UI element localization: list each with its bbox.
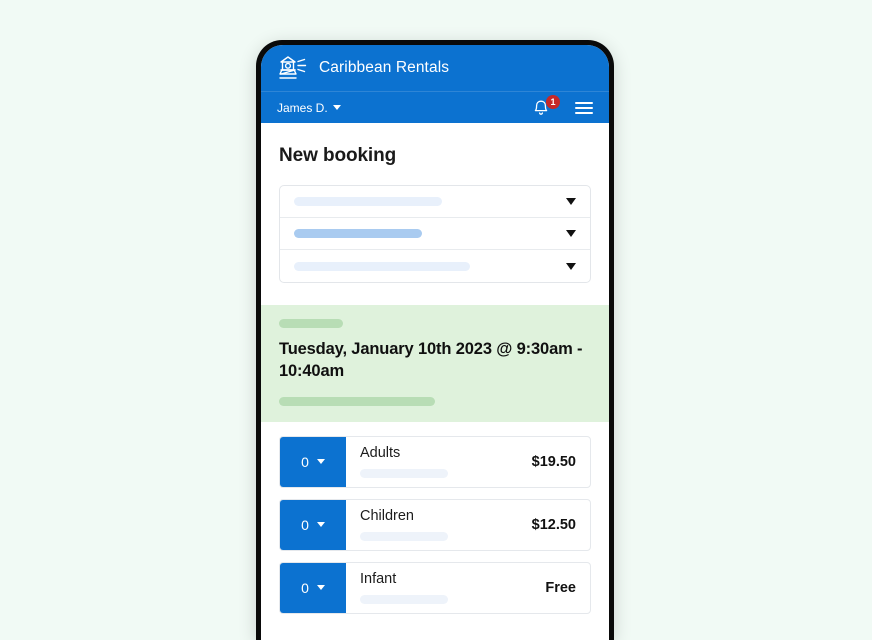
ticket-label-group: Adults	[360, 444, 522, 479]
app-title: Caribbean Rentals	[319, 59, 450, 76]
notifications-button[interactable]: 1	[533, 94, 560, 117]
hamburger-bar	[575, 111, 593, 114]
chevron-down-icon	[566, 230, 576, 237]
phone-device-frame: Caribbean Rentals James D. 1 New booking…	[256, 40, 614, 640]
quantity-value: 0	[301, 516, 309, 533]
ticket-label-group: Children	[360, 507, 522, 542]
select-placeholder-bar	[294, 197, 442, 206]
ticket-type-name: Adults	[360, 444, 401, 461]
selected-timeslot-text: Tuesday, January 10th 2023 @ 9:30am - 10…	[279, 340, 583, 380]
ticket-description-placeholder-bar	[360, 532, 448, 542]
quantity-stepper-infant[interactable]: 0	[280, 562, 346, 613]
quantity-value: 0	[301, 453, 309, 470]
select-placeholder-bar	[294, 229, 422, 238]
chevron-down-icon	[566, 262, 576, 270]
chevron-down-icon	[316, 522, 325, 528]
quantity-stepper-children[interactable]: 0	[280, 499, 346, 550]
user-menu-button[interactable]: James D.	[277, 101, 341, 115]
quantity-value: 0	[301, 579, 309, 596]
select-placeholder-bar	[294, 261, 470, 271]
phone-screen: Caribbean Rentals James D. 1 New booking…	[261, 45, 609, 640]
hamburger-bar	[575, 106, 593, 109]
ticket-price: Free	[545, 579, 576, 596]
app-header: Caribbean Rentals	[261, 45, 609, 91]
ticket-price: $12.50	[531, 516, 576, 533]
subheader-actions: 1	[533, 94, 593, 117]
ticket-row-infant: 0 Infant Free	[279, 561, 591, 614]
activity-select[interactable]	[280, 218, 590, 250]
ticket-price: $19.50	[531, 453, 576, 470]
notification-count-badge: 1	[546, 94, 560, 109]
hamburger-menu-icon[interactable]	[575, 101, 593, 114]
ticket-details: Infant Free	[346, 563, 590, 613]
banner-top-placeholder-bar	[279, 319, 343, 328]
ticket-row-children: 0 Children $12.50	[279, 498, 591, 551]
chevron-down-icon	[566, 198, 576, 205]
quantity-stepper-adults[interactable]: 0	[280, 436, 346, 487]
page-title: New booking	[279, 145, 397, 166]
ticket-type-name: Children	[360, 507, 414, 524]
ticket-type-list: 0 Adults $19.50 0 Children $12.50 0 Infa…	[261, 422, 609, 614]
ticket-label-group: Infant	[360, 570, 535, 605]
user-name-label: James D.	[277, 100, 328, 115]
date-select[interactable]	[280, 250, 590, 282]
ticket-description-placeholder-bar	[360, 469, 448, 479]
ticket-details: Children $12.50	[346, 500, 590, 550]
app-subheader: James D. 1	[261, 91, 609, 123]
chevron-down-icon	[316, 459, 325, 465]
chevron-down-icon	[332, 105, 341, 110]
chevron-down-icon	[316, 585, 325, 591]
ticket-details: Adults $19.50	[346, 437, 590, 487]
hamburger-bar	[575, 101, 593, 104]
ticket-type-name: Infant	[360, 570, 397, 587]
booking-selectors-card	[279, 185, 591, 283]
banner-bottom-placeholder-bar	[279, 396, 435, 406]
ticket-row-adults: 0 Adults $19.50	[279, 435, 591, 488]
location-select[interactable]	[280, 186, 590, 218]
selected-timeslot-banner: Tuesday, January 10th 2023 @ 9:30am - 10…	[261, 305, 609, 422]
lighthouse-icon	[277, 54, 307, 82]
